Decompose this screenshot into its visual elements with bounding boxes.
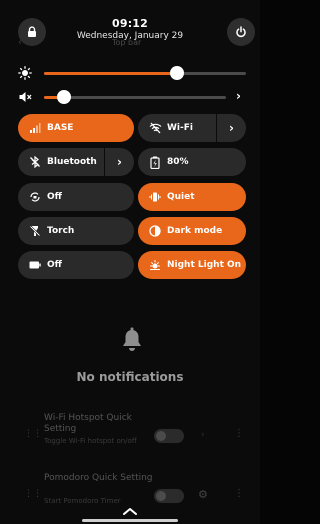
bluetooth-menu-chevron-icon[interactable]: › bbox=[104, 148, 134, 176]
background-list-item: ⋮⋮ Wi-Fi Hotspot Quick Setting Toggle Wi… bbox=[18, 409, 248, 461]
brightness-slider-row bbox=[0, 63, 260, 83]
drag-handle-icon: ⋮⋮ bbox=[24, 429, 42, 439]
background-item-subtitle: Toggle Wi-Fi hotspot on/off bbox=[44, 437, 137, 445]
gear-icon: ⚙ bbox=[198, 488, 208, 501]
background-item-name: Wi-Fi Hotspot Quick Setting bbox=[44, 413, 132, 434]
dark-mode-icon bbox=[148, 224, 162, 238]
volume-expand-chevron-icon[interactable]: › bbox=[236, 89, 241, 103]
lock-icon bbox=[28, 26, 36, 37]
bluetooth-off-icon bbox=[28, 155, 42, 169]
power-icon bbox=[236, 26, 246, 38]
wifi-label: Wi-Fi bbox=[167, 123, 193, 133]
chevron-right-icon: › bbox=[201, 430, 205, 440]
night-light-label: Night Light On bbox=[167, 260, 242, 270]
dark-mode-toggle[interactable]: Dark mode bbox=[138, 217, 246, 245]
night-light-toggle[interactable]: Night Light On bbox=[138, 251, 246, 279]
volume-muted-icon bbox=[19, 92, 32, 102]
brightness-icon bbox=[18, 66, 32, 80]
battery-saver-icon bbox=[28, 258, 42, 272]
background-item-name: Pomodoro Quick Setting bbox=[44, 473, 153, 483]
quiet-mode-toggle[interactable]: Quiet bbox=[138, 183, 246, 211]
more-options-icon: ⋮ bbox=[234, 488, 244, 499]
volume-slider[interactable] bbox=[44, 90, 226, 104]
home-indicator[interactable] bbox=[82, 519, 178, 522]
bell-icon bbox=[123, 327, 141, 351]
battery-tile[interactable]: 80% bbox=[138, 148, 246, 176]
background-item-switch bbox=[154, 429, 184, 443]
auto-rotate-label: Off bbox=[47, 192, 62, 202]
more-options-icon: ⋮ bbox=[234, 428, 244, 439]
background-item-switch bbox=[154, 489, 184, 503]
torch-toggle[interactable]: Torch bbox=[18, 217, 134, 245]
background-item-subtitle: Start Pomodoro Timer bbox=[44, 497, 121, 505]
drag-handle-icon: ⋮⋮ bbox=[24, 489, 42, 499]
brightness-slider-knob[interactable] bbox=[170, 66, 185, 80]
brightness-slider[interactable] bbox=[44, 66, 246, 80]
mobile-data-label: BASE bbox=[47, 123, 74, 133]
signal-icon bbox=[28, 121, 42, 135]
volume-slider-knob[interactable] bbox=[57, 90, 72, 104]
clock: 09:12 bbox=[111, 17, 148, 30]
power-button[interactable] bbox=[227, 18, 255, 46]
mobile-data-toggle[interactable]: BASE bbox=[18, 114, 134, 142]
wifi-off-icon bbox=[148, 121, 162, 135]
torch-label: Torch bbox=[47, 226, 75, 236]
night-light-icon bbox=[148, 258, 162, 272]
auto-rotate-toggle[interactable]: Off bbox=[18, 183, 134, 211]
battery-charging-icon bbox=[148, 155, 162, 169]
battery-label: 80% bbox=[167, 157, 189, 167]
date-label: Wednesday, January 29 bbox=[76, 31, 184, 41]
torch-off-icon bbox=[28, 224, 42, 238]
wifi-menu-chevron-icon[interactable]: › bbox=[216, 114, 246, 142]
status-header: ‹ Top bar 09:12 Wednesday, January 29 bbox=[0, 0, 260, 50]
bluetooth-toggle[interactable]: Bluetooth › bbox=[18, 148, 134, 176]
volume-slider-row: › bbox=[0, 87, 260, 107]
empty-notifications-label: No notifications bbox=[76, 370, 184, 384]
power-saver-label: Off bbox=[47, 260, 62, 270]
wifi-toggle[interactable]: Wi-Fi › bbox=[138, 114, 246, 142]
collapse-panel-chevron-icon[interactable] bbox=[122, 506, 138, 516]
rotation-lock-icon bbox=[28, 190, 42, 204]
bluetooth-label: Bluetooth bbox=[47, 157, 97, 167]
quiet-mode-label: Quiet bbox=[167, 192, 195, 202]
dark-mode-label: Dark mode bbox=[167, 226, 223, 236]
power-saver-toggle[interactable]: Off bbox=[18, 251, 134, 279]
vibrate-icon bbox=[148, 190, 162, 204]
quick-settings-panel: ‹ Top bar 09:12 Wednesday, January 29 › … bbox=[0, 0, 260, 524]
